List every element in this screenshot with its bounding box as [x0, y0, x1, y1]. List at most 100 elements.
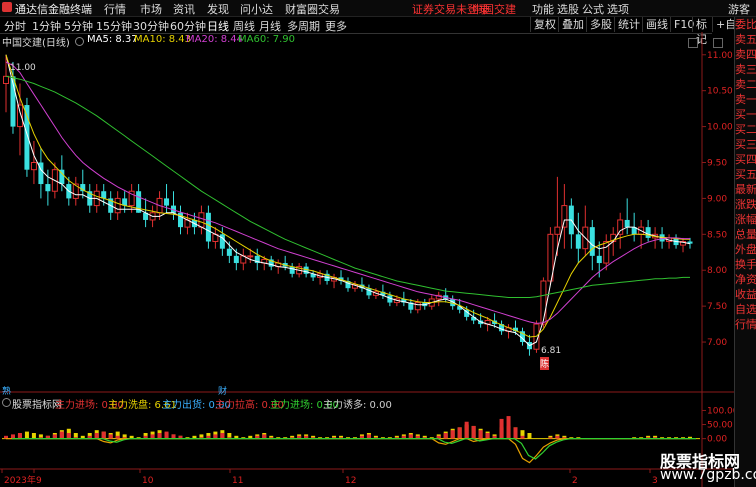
side-panel-item[interactable]: 行情	[735, 317, 756, 332]
ind-bar-red	[66, 433, 71, 439]
candle-body	[3, 75, 9, 84]
title-bar: 通达信金融终端 行情 市场 资讯 发现 问小达 财富圈 交易 证券交易未登录 中…	[0, 0, 756, 17]
maximize-icon[interactable]	[688, 38, 698, 48]
candle-body	[540, 280, 547, 325]
candle-body	[554, 226, 561, 235]
low-price-label: 6.81	[541, 346, 562, 356]
mark-low: 陈	[540, 357, 550, 370]
app-name: 通达信金融终端	[15, 3, 92, 16]
ind-bar-red	[471, 425, 476, 439]
side-panel-item[interactable]: 买一	[735, 107, 756, 122]
menu-market[interactable]: 市场	[140, 1, 162, 17]
side-panel-item[interactable]: 涨幅	[735, 212, 756, 227]
side-panel-item[interactable]: 涨跌	[735, 197, 756, 212]
side-panel-item[interactable]: 买四	[735, 152, 756, 167]
side-panel-item[interactable]: 最新	[735, 182, 756, 197]
candle-body	[30, 162, 37, 171]
ind-bar-red	[506, 416, 511, 439]
candle-body	[205, 212, 211, 242]
ind-bar-red	[457, 427, 462, 439]
btn-mark[interactable]: 标记	[692, 17, 712, 46]
side-panel-item[interactable]: 总量	[735, 227, 756, 242]
x-tick-label: 9	[36, 476, 42, 486]
side-panel-item[interactable]: 买二	[735, 122, 756, 137]
side-panel-item[interactable]: 卖一	[735, 92, 756, 107]
menu-select-stock[interactable]: 选股	[557, 1, 579, 17]
menu-wealth[interactable]: 财富圈	[285, 1, 318, 17]
quote-side-panel: 委比 卖五 卖四 卖三 卖二 卖一 买一 买二 买三 买四 买五 最新 涨跌 涨幅 总量 外盘 换手 净资 收益 自选…	[734, 17, 756, 487]
side-panel-item[interactable]: 外盘	[735, 242, 756, 257]
menu-quotes[interactable]: 行情	[104, 1, 126, 17]
restore-icon[interactable]	[713, 38, 723, 48]
ma-line-ma60	[5, 75, 690, 298]
candle-body	[101, 191, 107, 199]
candle-body	[596, 255, 602, 264]
side-panel-item[interactable]: 卖五	[735, 32, 756, 47]
btn-adjust[interactable]: 复权	[530, 17, 559, 32]
x-tick-label: 3	[652, 476, 658, 486]
y-tick-label: 7.00	[707, 338, 727, 348]
indicator-gear-icon[interactable]	[2, 398, 11, 407]
menu-news[interactable]: 资讯	[173, 1, 195, 17]
y-tick-label: 10.00	[707, 123, 733, 133]
watermark-url: www.7gpzb.com	[660, 467, 756, 483]
ind-bar-red	[499, 418, 504, 439]
ind-bar-red	[478, 430, 483, 439]
btn-overlay[interactable]: 叠加	[558, 17, 587, 32]
side-panel-item[interactable]: 收益	[735, 287, 756, 302]
menu-function[interactable]: 功能	[532, 1, 554, 17]
menu-options[interactable]: 选项	[607, 1, 629, 17]
ma20-value: MA20: 8.44	[186, 34, 244, 45]
btn-stats[interactable]: 统计	[614, 17, 643, 32]
btn-draw[interactable]: 画线	[642, 17, 671, 32]
candle-body	[289, 266, 295, 274]
candle-body	[414, 302, 421, 311]
side-panel-item[interactable]: 换手	[735, 257, 756, 272]
ind-bar-red	[157, 433, 162, 439]
ind-bar-red	[59, 431, 64, 439]
y-tick-label: 9.00	[707, 194, 727, 204]
menu-formula[interactable]: 公式	[582, 1, 604, 17]
ind-bar-red	[108, 434, 113, 439]
ind-bar-red	[17, 433, 22, 439]
candle-body	[164, 198, 170, 206]
user-guest[interactable]: 游客	[728, 1, 750, 17]
settings-gear-icon[interactable]	[75, 37, 84, 46]
ind-bar-red	[164, 431, 169, 439]
ind-curve-green	[12, 438, 696, 460]
ind-bar-red	[485, 433, 490, 439]
menu-discover[interactable]: 发现	[207, 1, 229, 17]
candle-body	[589, 227, 595, 256]
ind-tick-label: 0.00	[707, 435, 727, 445]
y-tick-label: 8.00	[707, 266, 727, 276]
mark-left: 熟	[2, 387, 12, 397]
menu-ask[interactable]: 问小达	[240, 1, 273, 17]
x-tick-label: 10	[142, 476, 154, 486]
candle-body	[45, 184, 51, 192]
side-panel-item[interactable]: 卖三	[735, 62, 756, 77]
ind-bar-red	[450, 430, 455, 439]
ind-bar-red	[513, 427, 518, 439]
btn-multi-stock[interactable]: 多股	[586, 17, 615, 32]
ind-bar-yellow	[31, 433, 36, 439]
side-panel-item[interactable]: 买五	[735, 167, 756, 182]
ind-bar-red	[548, 437, 553, 439]
ind-bar-red	[520, 435, 525, 439]
ind-tick-label: 100.00	[707, 406, 734, 416]
kline-chart[interactable]: 11.00 10.50 10.00 9.50 9.00 8.50 8.00 7.50 7.00 1…	[0, 32, 734, 487]
ind-bar-red	[94, 433, 99, 439]
side-panel-item[interactable]: 净资	[735, 272, 756, 287]
ind-bar-red	[555, 435, 560, 439]
stock-title: 中国交建	[472, 3, 516, 16]
side-panel-item[interactable]: 卖四	[735, 47, 756, 62]
side-panel-item[interactable]: 自选	[735, 302, 756, 317]
ind-bar-red	[101, 431, 106, 439]
ind-bar-red	[443, 433, 448, 439]
side-panel-item[interactable]: 卖二	[735, 77, 756, 92]
side-panel-item[interactable]: 买三	[735, 137, 756, 152]
candle-body	[16, 104, 23, 128]
side-panel-item[interactable]: 委比	[735, 17, 756, 32]
y-tick-label: 8.50	[707, 230, 727, 240]
x-tick-label: 12	[345, 476, 356, 486]
menu-trade[interactable]: 交易	[318, 1, 340, 17]
